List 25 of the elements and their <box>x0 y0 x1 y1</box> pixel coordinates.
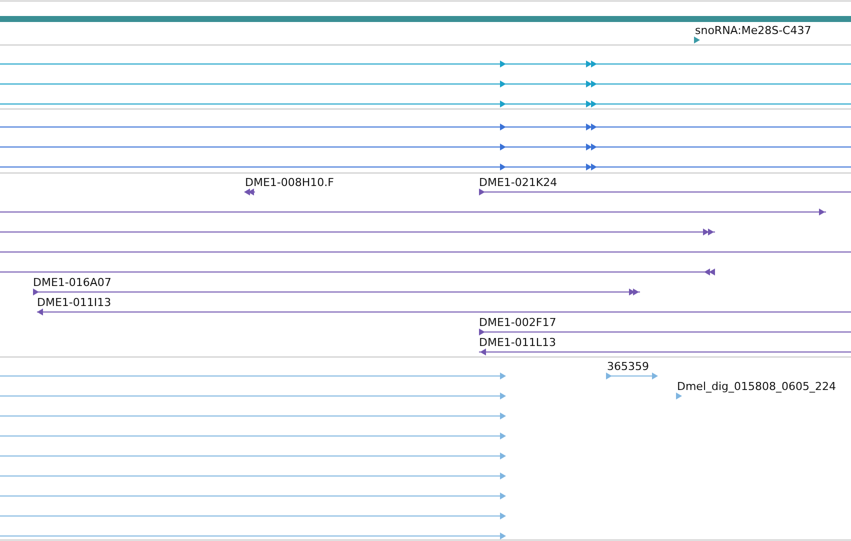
feature-label: snoRNA:Me28S-C437 <box>695 24 812 37</box>
feature-label: DME1-016A07 <box>33 276 112 289</box>
feature-glyph[interactable] <box>0 100 851 108</box>
feature-glyph[interactable] <box>0 164 851 170</box>
feature-label: Dmel_dig_015808_0605_224 <box>677 380 836 393</box>
feature-label: DME1-008H10.F <box>245 176 334 189</box>
feature-glyph[interactable] <box>478 188 851 196</box>
feature-glyph[interactable] <box>694 36 700 44</box>
feature-glyph[interactable] <box>32 288 640 296</box>
feature-glyph[interactable] <box>0 268 716 276</box>
feature-glyph[interactable] <box>36 308 851 316</box>
feature-label: 365359 <box>607 360 649 373</box>
feature-glyph[interactable] <box>0 80 851 88</box>
feature-label: DME1-021K24 <box>479 176 558 189</box>
feature-glyph[interactable] <box>0 60 851 68</box>
feature-glyph[interactable] <box>0 144 851 150</box>
feature-glyph[interactable] <box>244 188 256 196</box>
feature-glyph[interactable] <box>0 228 716 236</box>
feature-glyph[interactable] <box>478 328 851 336</box>
feature-label: DME1-002F17 <box>479 316 556 329</box>
feature-label: DME1-011L13 <box>479 336 556 349</box>
feature-label: DME1-011I13 <box>37 296 112 309</box>
feature-glyph[interactable] <box>478 348 851 356</box>
feature-glyph[interactable] <box>0 208 826 216</box>
feature-glyph[interactable] <box>0 124 851 130</box>
